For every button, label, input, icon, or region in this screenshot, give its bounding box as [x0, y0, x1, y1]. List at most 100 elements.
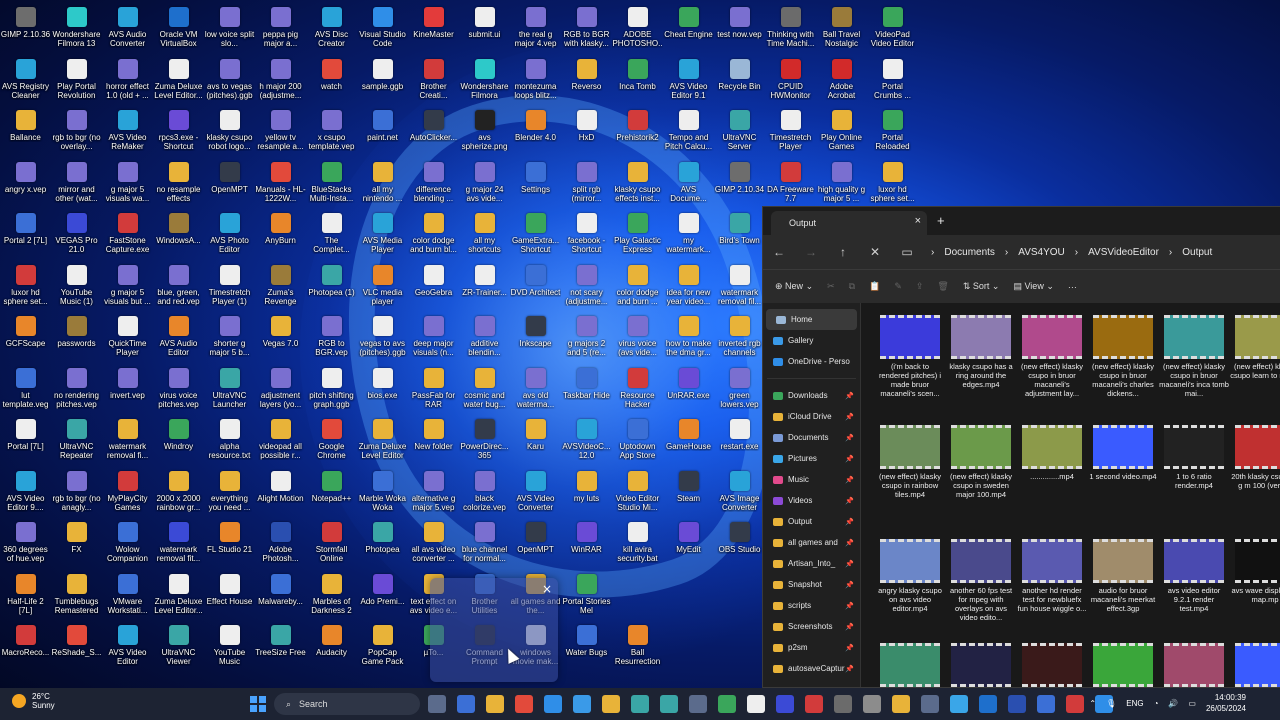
desktop-icon[interactable]: klasky csupo robot logo... [204, 107, 255, 158]
desktop-icon[interactable]: KineMaster [408, 4, 459, 55]
desktop-icon[interactable]: Ball Travel Nostalgic [816, 4, 867, 55]
desktop-icon[interactable]: YouTube Music [204, 622, 255, 673]
desktop-icon[interactable]: ZR-Trainer... [459, 262, 510, 313]
desktop-icon[interactable]: RGB to BGR with klasky... [561, 4, 612, 55]
desktop-icon[interactable]: Karu [510, 416, 561, 467]
desktop-icon[interactable]: watch [306, 56, 357, 107]
desktop-icon[interactable]: Zuma's Revenge [255, 262, 306, 313]
pinned-app-icon[interactable] [486, 695, 504, 713]
desktop-icon[interactable]: AVS Media Player [357, 210, 408, 261]
desktop-icon[interactable]: Uptodown App Store [612, 416, 663, 467]
desktop-icon[interactable]: MyPlayCity Games [102, 468, 153, 519]
desktop-icon[interactable]: everything you need ... [204, 468, 255, 519]
pinned-app-icon[interactable] [602, 695, 620, 713]
desktop-icon[interactable]: Visual Studio Code [357, 4, 408, 55]
desktop-icon[interactable]: AVS Video Editor [102, 622, 153, 673]
pinned-app-icon[interactable] [631, 695, 649, 713]
desktop-icon[interactable]: no resample effects [153, 159, 204, 210]
desktop-icon[interactable]: AVS Image Converter [714, 468, 765, 519]
pinned-app-icon[interactable] [718, 695, 736, 713]
file-tile[interactable] [946, 643, 1016, 687]
file-tile[interactable]: audio for bruor macaneli's meerkat effec… [1088, 539, 1158, 613]
desktop-icon[interactable]: Windroy [153, 416, 204, 467]
desktop-icon[interactable]: Timestretch Player (1) [204, 262, 255, 313]
desktop-icon[interactable]: Ballance [0, 107, 51, 158]
file-tile[interactable]: (i'm back to rendered pitches) i made br… [875, 315, 945, 398]
file-tile[interactable]: (new effect) klasky csupo in bruor macan… [1088, 315, 1158, 398]
desktop-icon[interactable]: Reverso [561, 56, 612, 107]
pinned-app-icon[interactable] [805, 695, 823, 713]
file-tile[interactable]: avs wave displacem map.mp [1230, 539, 1280, 604]
nav-item[interactable]: p2sm 📌 [763, 637, 860, 658]
desktop-icon[interactable]: WinRAR [561, 519, 612, 570]
desktop-icon[interactable]: Settings [510, 159, 561, 210]
desktop-icon[interactable]: Portal Crumbs ... [867, 56, 918, 107]
desktop-icon[interactable]: Play Online Games [816, 107, 867, 158]
desktop-icon[interactable]: ReShade_S... [51, 622, 102, 673]
file-tile[interactable] [1159, 643, 1229, 687]
desktop-icon[interactable]: Zuma Deluxe Level Editor [357, 416, 408, 467]
pinned-app-icon[interactable] [1066, 695, 1084, 713]
desktop-icon[interactable]: TreeSize Free [255, 622, 306, 673]
desktop-icon[interactable]: YouTube Music (1) [51, 262, 102, 313]
file-tile[interactable]: another hd render test for newbluefx fun… [1017, 539, 1087, 613]
desktop-icon[interactable]: Manuals - HL-1222W... [255, 159, 306, 210]
desktop-icon[interactable]: AVS Docume... [663, 159, 714, 210]
desktop-icon[interactable]: Tempo and Pitch Calcu... [663, 107, 714, 158]
desktop-icon[interactable]: DVD Architect [510, 262, 561, 313]
desktop-icon[interactable]: OpenMPT [204, 159, 255, 210]
weather-widget[interactable]: 26°C Sunny [12, 692, 55, 710]
desktop-icon[interactable]: no rendering pitches.vep [51, 365, 102, 416]
desktop-icon[interactable]: black colorize.vep [459, 468, 510, 519]
file-tile[interactable]: (new effect) klasky csupo in sweden majo… [946, 425, 1016, 499]
desktop-icon[interactable]: AVS Photo Editor [204, 210, 255, 261]
desktop-icon[interactable]: Adobe Acrobat [816, 56, 867, 107]
desktop-icon[interactable]: idea for new year video... [663, 262, 714, 313]
file-tile[interactable]: 1 second video.mp4 [1088, 425, 1158, 481]
pinned-app-icon[interactable] [515, 695, 533, 713]
desktop-icon[interactable]: lut template.veg [0, 365, 51, 416]
desktop-icon[interactable]: VLC media player [357, 262, 408, 313]
desktop-icon[interactable]: split rgb (mirror... [561, 159, 612, 210]
file-tile[interactable]: (new effect) klasky csupo learn to mec..… [1230, 315, 1280, 380]
pinned-app-icon[interactable] [660, 695, 678, 713]
desktop-icon[interactable]: low voice split slo... [204, 4, 255, 55]
pinned-app-icon[interactable] [776, 695, 794, 713]
desktop-icon[interactable]: GameExtra... Shortcut [510, 210, 561, 261]
desktop-icon[interactable]: shorter g major 5 b... [204, 313, 255, 364]
desktop-icon[interactable]: montezuma loops blitz... [510, 56, 561, 107]
file-tile[interactable]: 1 to 6 ratio render.mp4 [1159, 425, 1229, 490]
desktop-icon[interactable]: AVS Video ReMaker [102, 107, 153, 158]
desktop-icon[interactable]: ADOBE PHOTOSHO... [612, 4, 663, 55]
desktop-icon[interactable]: additive blendin... [459, 313, 510, 364]
nav-item[interactable]: scripts 📌 [763, 595, 860, 616]
desktop-icon[interactable]: Thinking with Time Machi... [765, 4, 816, 55]
desktop-icon[interactable]: Resource Hacker [612, 365, 663, 416]
new-button[interactable]: ⊕ New ⌄ [775, 281, 813, 292]
desktop-icon[interactable]: AnyBurn [255, 210, 306, 261]
desktop-icon[interactable]: Photopea [357, 519, 408, 570]
desktop-icon[interactable]: my watermark... [663, 210, 714, 261]
desktop-icon[interactable]: AVS Video Converter [510, 468, 561, 519]
desktop-icon[interactable]: Vegas 7.0 [255, 313, 306, 364]
file-tile[interactable]: klasky csupo has a ring around the edges… [946, 315, 1016, 389]
desktop-icon[interactable]: Inca Tomb [612, 56, 663, 107]
desktop-icon[interactable]: high quality g major 5 ... [816, 159, 867, 210]
desktop-icon[interactable]: all my shortcuts [459, 210, 510, 261]
desktop-icon[interactable]: Effect House [204, 571, 255, 622]
desktop-icon[interactable]: AVS Audio Converter [102, 4, 153, 55]
desktop-icon[interactable]: invert.vep [102, 365, 153, 416]
desktop-icon[interactable]: GeoGebra [408, 262, 459, 313]
file-tile[interactable] [1017, 643, 1087, 687]
desktop-icon[interactable]: HxD [561, 107, 612, 158]
taskbar-thumbnail-preview[interactable]: × [430, 578, 558, 682]
desktop-icon[interactable]: CPUID HWMonitor [765, 56, 816, 107]
desktop-icon[interactable]: Malwareby... [255, 571, 306, 622]
desktop-icon[interactable]: UnRAR.exe [663, 365, 714, 416]
desktop-icon[interactable]: adjustment layers (yo... [255, 365, 306, 416]
desktop-icon[interactable]: OBS Studio [714, 519, 765, 570]
search-box[interactable]: ⌕ Search [274, 693, 420, 715]
chevron-up-icon[interactable]: ⌃ [1089, 699, 1096, 708]
desktop-icon[interactable]: angry x.vep [0, 159, 51, 210]
desktop-icon[interactable]: 360 degrees of hue.vep [0, 519, 51, 570]
